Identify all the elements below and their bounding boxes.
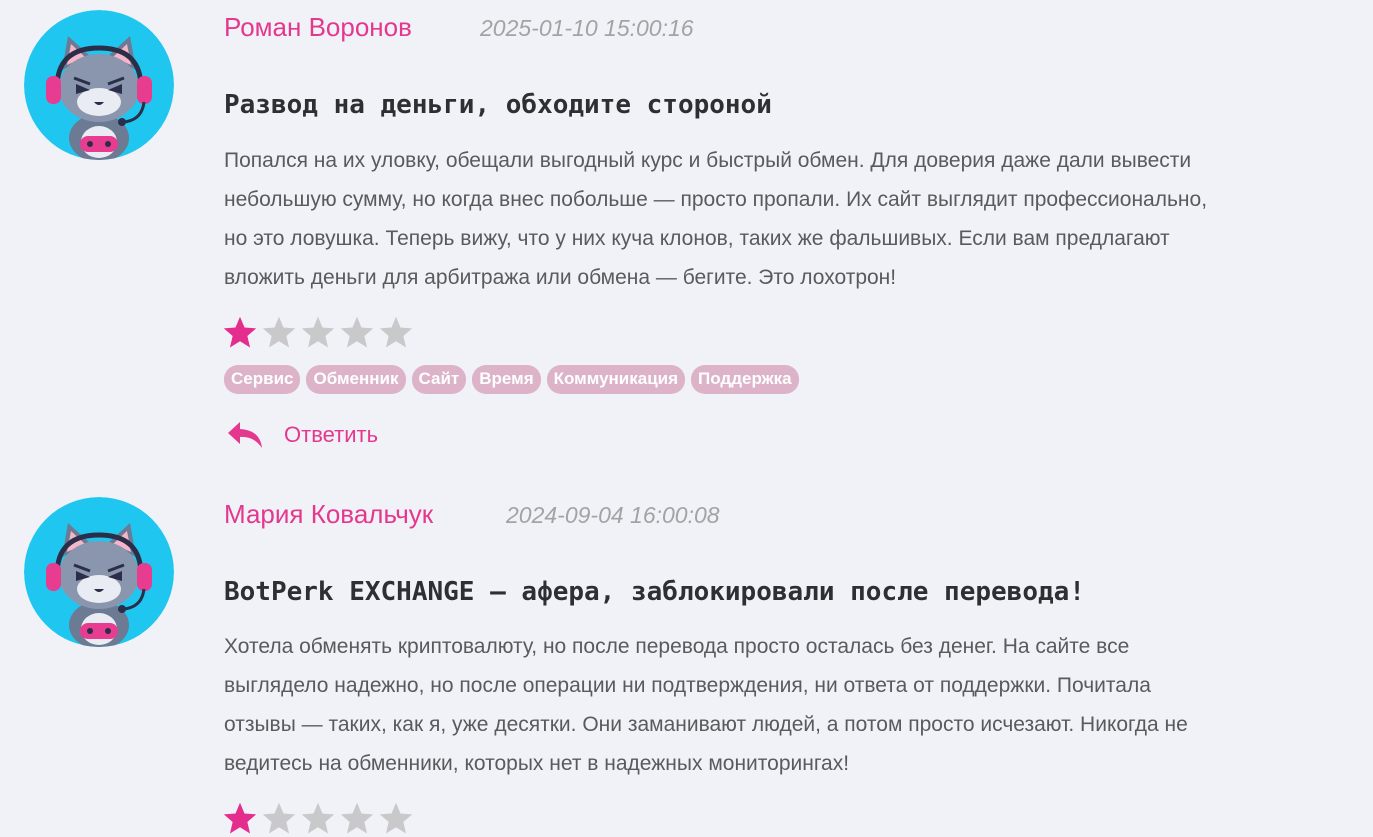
tag-badge: Время bbox=[472, 365, 541, 394]
review-card: Мария Ковальчук 2024-09-04 16:00:08 BotP… bbox=[0, 487, 1373, 837]
review-text-line: небольшую сумму, но когда внес побольше … bbox=[224, 188, 1208, 211]
review-text-line: Попался на их уловку, обещали выгодный к… bbox=[224, 149, 1192, 172]
review-text-line: Хотела обменять криптовалюту, но после п… bbox=[224, 635, 1130, 658]
review-title: BotPerk EXCHANGE — афера, заблокировали … bbox=[224, 577, 1085, 607]
star-rating bbox=[222, 800, 414, 836]
review-date: 2024-09-04 16:00:08 bbox=[506, 502, 720, 528]
star-filled-icon bbox=[223, 316, 257, 348]
star-empty-icon bbox=[301, 802, 335, 834]
review-card: Роман Воронов 2025-01-10 15:00:16 Развод… bbox=[0, 0, 1373, 480]
cat-gamer-avatar-icon bbox=[24, 497, 174, 647]
cat-gamer-avatar-icon bbox=[24, 10, 174, 160]
avatar bbox=[24, 497, 174, 647]
reply-arrow-icon bbox=[228, 422, 262, 448]
star-empty-icon bbox=[379, 802, 413, 834]
review-text-line: вложить деньги для арбитража или обмена … bbox=[224, 266, 897, 289]
review-tags: Сервис Обменник Сайт Время Коммуникация … bbox=[224, 365, 799, 394]
tag-badge: Коммуникация bbox=[546, 365, 686, 394]
review-author[interactable]: Роман Воронов bbox=[224, 12, 412, 43]
tag-badge: Обменник bbox=[306, 365, 406, 394]
tag-badge: Поддержка bbox=[691, 365, 799, 394]
star-rating bbox=[222, 314, 414, 350]
review-title: Развод на деньги, обходите стороной bbox=[224, 90, 772, 120]
review-text-line: но это ловушка. Теперь вижу, что у них к… bbox=[224, 227, 1170, 250]
tag-badge: Сервис bbox=[224, 365, 301, 394]
review-text-line: ведитесь на обменники, которых нет в над… bbox=[224, 752, 850, 775]
star-empty-icon bbox=[340, 316, 374, 348]
review-date: 2025-01-10 15:00:16 bbox=[480, 15, 694, 41]
reply-button[interactable]: Ответить bbox=[226, 420, 378, 450]
star-empty-icon bbox=[262, 802, 296, 834]
review-text: Хотела обменять криптовалюту, но после п… bbox=[224, 627, 1369, 783]
review-text-line: выглядело надежно, но после операции ни … bbox=[224, 674, 1151, 697]
star-empty-icon bbox=[301, 316, 335, 348]
reply-label: Ответить bbox=[284, 422, 379, 447]
review-author[interactable]: Мария Ковальчук bbox=[224, 499, 433, 530]
star-empty-icon bbox=[340, 802, 374, 834]
avatar bbox=[24, 10, 174, 160]
star-empty-icon bbox=[262, 316, 296, 348]
review-text-line: отзывы — таких, как я, уже десятки. Они … bbox=[224, 713, 1188, 736]
review-text: Попался на их уловку, обещали выгодный к… bbox=[224, 141, 1369, 297]
star-filled-icon bbox=[223, 802, 257, 834]
tag-badge: Сайт bbox=[411, 365, 467, 394]
star-empty-icon bbox=[379, 316, 413, 348]
